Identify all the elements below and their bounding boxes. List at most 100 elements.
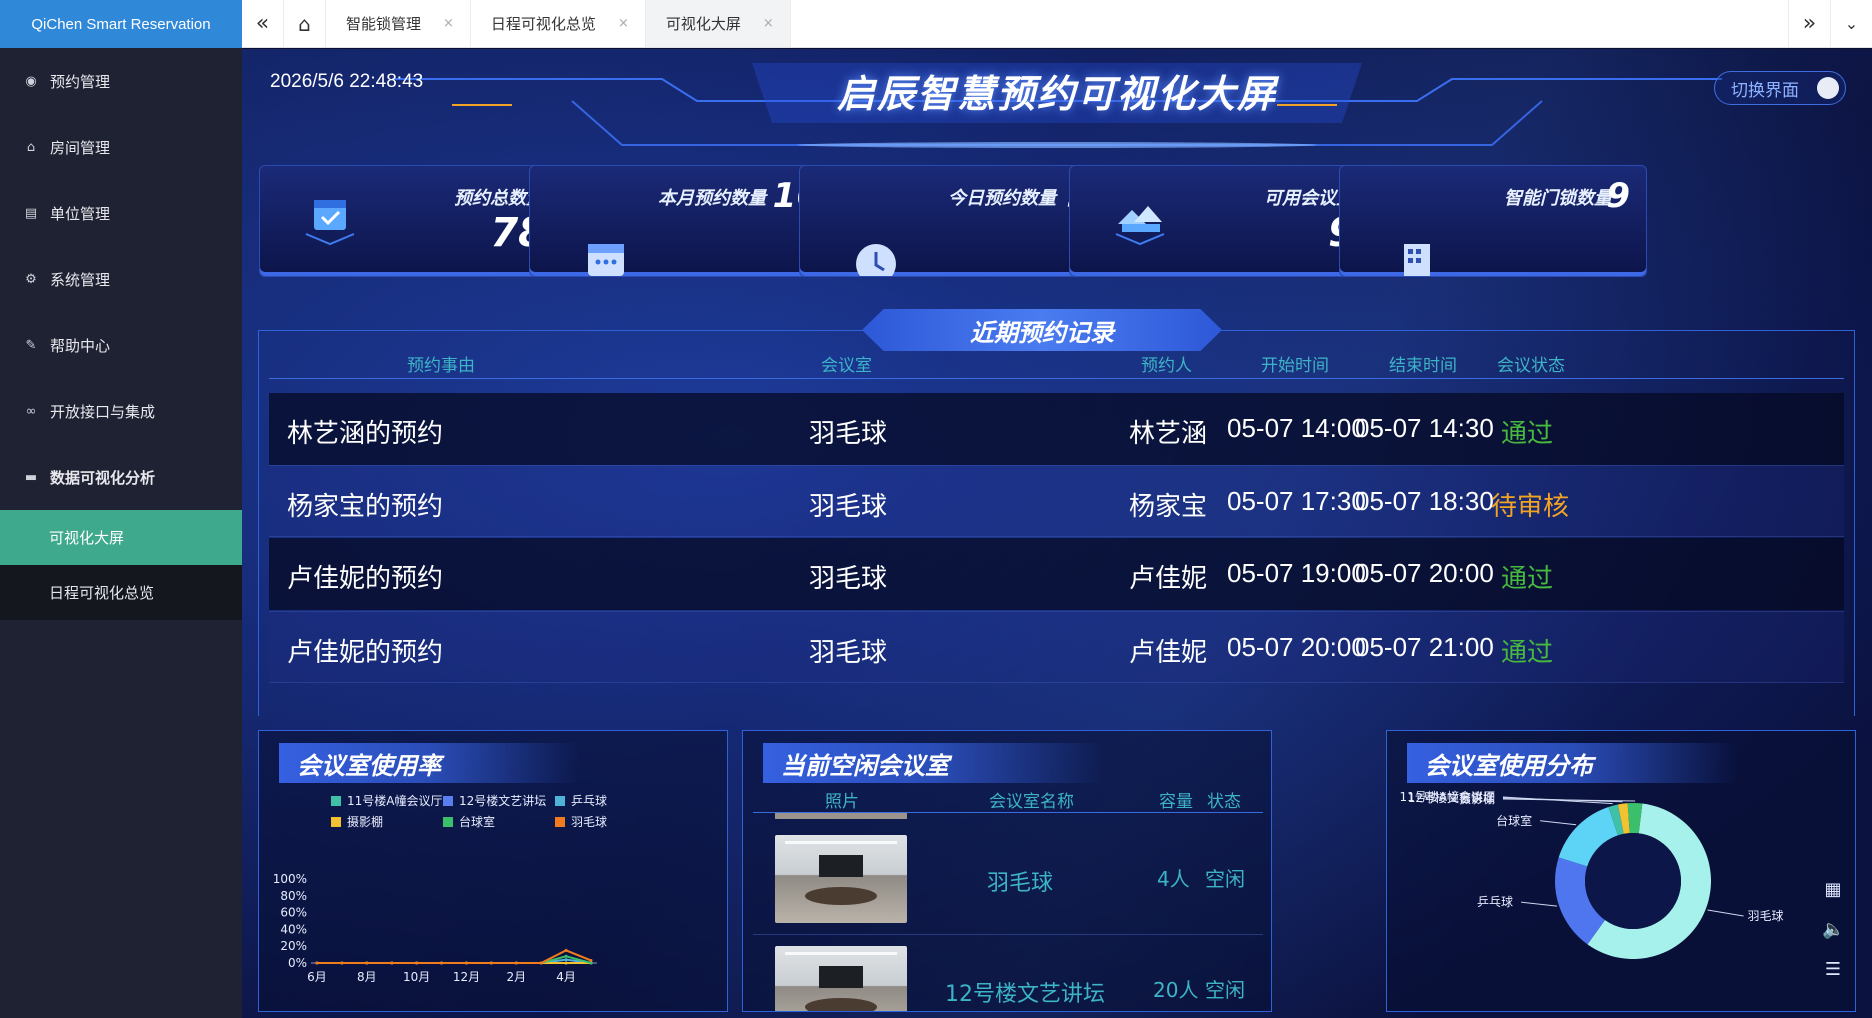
table-row[interactable]: 杨家宝的预约 羽毛球 杨家宝 05-07 17:30 05-07 18:30 待…: [269, 465, 1844, 537]
y-tick-label: 100%: [273, 872, 307, 886]
message-icon[interactable]: ☰: [1822, 959, 1844, 981]
brand-logo: QiChen Smart Reservation: [0, 0, 242, 48]
sidebar-subitem-schedule-overview[interactable]: 日程可视化总览: [0, 565, 242, 620]
stat-label: 今日预约数量: [948, 188, 1056, 209]
legend-label[interactable]: 台球室: [459, 814, 495, 829]
table-row[interactable]: 卢佳妮的预约 羽毛球 卢佳妮 05-07 20:00 05-07 21:00 通…: [269, 611, 1844, 683]
slice-label: 乒乓球: [1477, 895, 1513, 909]
data-point: [464, 961, 468, 965]
stat-value: 9: [1606, 176, 1630, 216]
sidebar-item-help[interactable]: ✎ 帮助中心: [0, 312, 242, 378]
column-header: 预约事由: [407, 356, 475, 376]
cell-person: 卢佳妮: [1129, 638, 1208, 668]
usage-donut-chart: 羽毛球乒乓球台球室11号楼A幢会议厅12号楼文艺讲坛摄影棚: [1400, 789, 1784, 959]
table-row[interactable]: 卢佳妮的预约 羽毛球 卢佳妮 05-07 19:00 05-07 20:00 通…: [269, 538, 1844, 610]
legend-label[interactable]: 乒乓球: [571, 794, 607, 808]
stat-card-available-rooms: 可用会议室 9: [1069, 165, 1377, 277]
status-badge: 通过: [1501, 419, 1554, 449]
room-status: 空闲: [1205, 867, 1245, 891]
slice-label: 台球室: [1496, 813, 1532, 828]
home-tab-icon[interactable]: ⌂: [284, 0, 326, 47]
tab-schedule-overview[interactable]: 日程可视化总览 ×: [471, 0, 646, 47]
edit-icon: ✎: [25, 337, 37, 353]
room-photo: [775, 946, 907, 1011]
data-point: [415, 961, 419, 965]
tab-bar: « ⌂ 智能锁管理 × 日程可视化总览 × 可视化大屏 × » ⌄: [242, 0, 1872, 48]
cell-start: 05-07 19:00: [1227, 558, 1366, 588]
status-badge: 待审核: [1491, 492, 1570, 522]
legend-swatch[interactable]: [331, 796, 341, 806]
rooms-table-header: 照片 会议室名称 容量 状态: [753, 787, 1263, 813]
legend-label[interactable]: 摄影棚: [347, 814, 383, 829]
legend-swatch[interactable]: [331, 817, 341, 827]
data-point: [365, 961, 369, 965]
panel-title: 当前空闲会议室: [763, 743, 1103, 783]
stat-card-smart-locks: 智能门锁数量 9: [1339, 165, 1647, 277]
houses-icon: [1115, 206, 1165, 246]
legend-label[interactable]: 12号楼文艺讲坛: [459, 793, 546, 808]
tab-smart-lock[interactable]: 智能锁管理 ×: [326, 0, 471, 47]
status-badge: 通过: [1501, 564, 1554, 594]
sidebar-item-api[interactable]: ∞ 开放接口与集成: [0, 378, 242, 444]
cell-reason: 卢佳妮的预约: [287, 564, 444, 594]
cell-room: 羽毛球: [809, 564, 888, 594]
home-icon: ⌂: [26, 139, 36, 155]
column-header: 照片: [825, 792, 859, 812]
column-header: 开始时间: [1261, 356, 1329, 376]
room-status: 空闲: [1205, 978, 1245, 1002]
recent-records-panel: 预约事由 会议室 预约人 开始时间 结束时间 会议状态 林艺涵的预约 羽毛球 林…: [258, 330, 1855, 716]
switch-view-toggle[interactable]: 切换界面: [1714, 71, 1846, 105]
room-name: 12号楼文艺讲坛: [945, 982, 1105, 1007]
sidebar-item-rooms[interactable]: ⌂ 房间管理: [0, 114, 242, 180]
cell-person: 卢佳妮: [1129, 564, 1208, 594]
legend-swatch[interactable]: [555, 817, 565, 827]
cell-start: 05-07 14:00: [1227, 413, 1366, 443]
stat-card-total-reservations: 预约总数量 78: [259, 165, 567, 277]
clock-icon: [856, 244, 896, 276]
chevrons-right-icon[interactable]: »: [1788, 0, 1830, 47]
legend-swatch[interactable]: [443, 796, 453, 806]
legend-swatch[interactable]: [443, 817, 453, 827]
close-icon[interactable]: ×: [618, 16, 629, 31]
sidebar-item-system[interactable]: ⚙ 系统管理: [0, 246, 242, 312]
room-photo: [775, 835, 907, 923]
page-title: 启辰智慧预约可视化大屏: [836, 72, 1277, 116]
legend-label[interactable]: 11号楼A幢会议厅: [347, 793, 442, 808]
calendar-check-icon: [305, 200, 355, 246]
close-icon[interactable]: ×: [763, 16, 774, 31]
chevrons-left-icon[interactable]: «: [242, 0, 284, 47]
sidebar-subitem-big-screen[interactable]: 可视化大屏: [0, 510, 242, 565]
stat-card-today-reservations: 今日预约数量 9: [799, 165, 1107, 277]
close-icon[interactable]: ×: [443, 16, 454, 31]
column-header: 会议室名称: [989, 792, 1074, 812]
data-point: [514, 961, 518, 965]
cell-person: 杨家宝: [1129, 492, 1208, 522]
free-rooms-panel: 当前空闲会议室 照片 会议室名称 容量 状态 羽毛球 4人 空闲 12号楼文艺讲…: [742, 730, 1272, 1012]
sidebar-item-reservation[interactable]: ◉ 预约管理: [0, 48, 242, 114]
tab-label: 智能锁管理: [346, 15, 422, 33]
list-item[interactable]: 羽毛球 4人 空闲: [753, 825, 1263, 935]
legend-swatch[interactable]: [555, 796, 565, 806]
tab-big-screen[interactable]: 可视化大屏 ×: [645, 0, 791, 47]
qrcode-icon[interactable]: ▦: [1822, 879, 1844, 901]
legend-label[interactable]: 羽毛球: [571, 815, 607, 829]
y-tick-label: 80%: [280, 889, 307, 903]
column-header: 会议状态: [1497, 356, 1565, 376]
status-badge: 通过: [1501, 638, 1554, 668]
chevron-down-icon[interactable]: ⌄: [1830, 0, 1872, 47]
cell-room: 羽毛球: [809, 419, 888, 449]
list-item[interactable]: 12号楼文艺讲坛 20人 空闲: [753, 936, 1263, 1011]
stat-card-month-reservations: 本月预约数量 16: [529, 165, 837, 277]
column-header: 结束时间: [1389, 356, 1457, 376]
label-leader: [1707, 909, 1744, 917]
calendar-icon: [588, 244, 624, 276]
cell-person: 林艺涵: [1129, 419, 1208, 449]
table-row[interactable]: 林艺涵的预约 羽毛球 林艺涵 05-07 14:00 05-07 14:30 通…: [269, 393, 1844, 465]
stat-label: 本月预约数量: [658, 188, 766, 209]
data-point: [564, 958, 568, 962]
sidebar-item-units[interactable]: ▤ 单位管理: [0, 180, 242, 246]
sidebar-item-data-vis[interactable]: ▬ 数据可视化分析: [0, 444, 242, 510]
speaker-icon[interactable]: 🔈: [1822, 919, 1844, 941]
usage-rate-panel: 会议室使用率 11号楼A幢会议厅 12号楼文艺讲坛 乒乓球 摄影棚 台球室 羽毛球 100%…: [258, 730, 728, 1012]
usage-line-chart: 11号楼A幢会议厅 12号楼文艺讲坛 乒乓球摄影棚 台球室 羽毛球 100% 80% 60% 4…: [273, 793, 607, 984]
